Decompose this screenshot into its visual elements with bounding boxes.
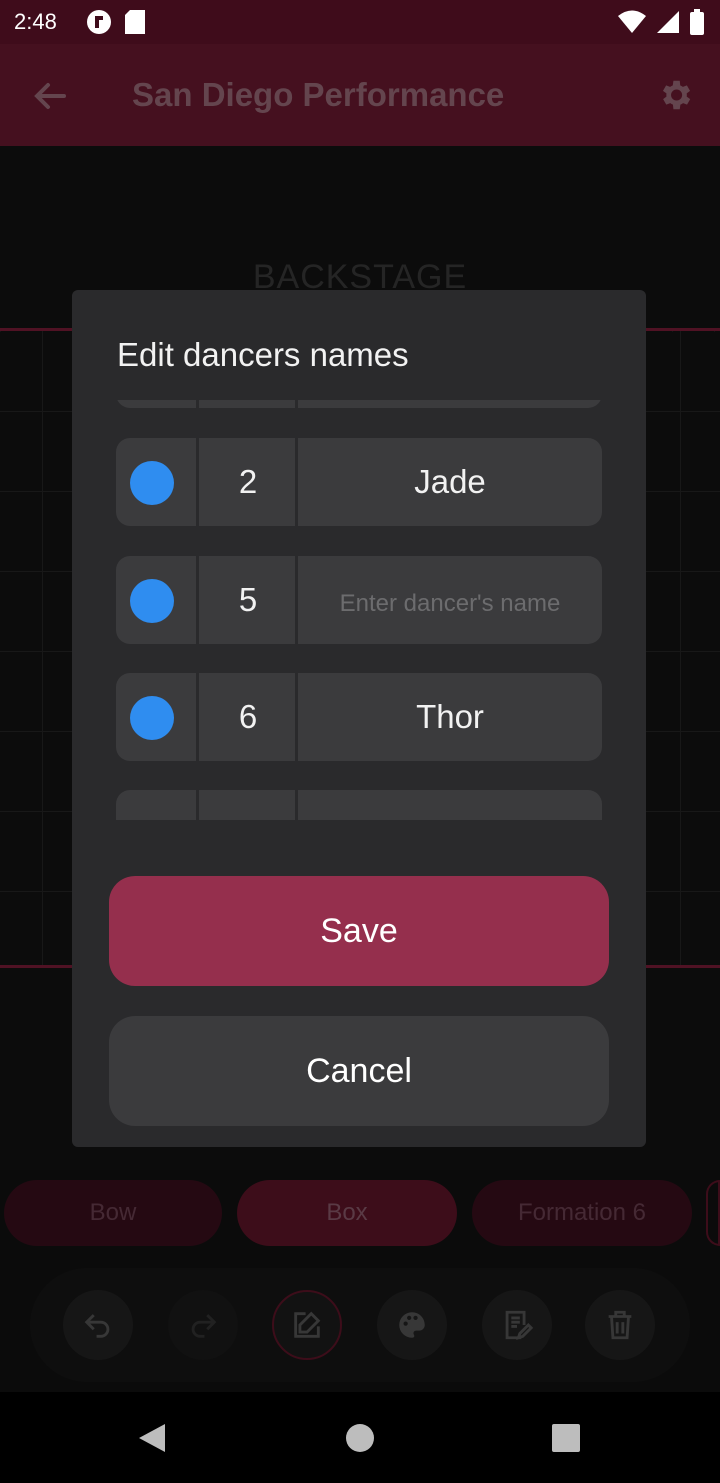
dancer-number: 5 — [238, 581, 258, 618]
nav-home-button[interactable] — [342, 1420, 378, 1456]
cancel-button[interactable]: Cancel — [109, 1016, 609, 1126]
save-button[interactable]: Save — [109, 876, 609, 986]
signal-icon — [656, 10, 680, 39]
dancer-name-input[interactable] — [298, 438, 602, 526]
dancer-color-dot[interactable] — [130, 461, 174, 505]
dancer-name-input[interactable] — [298, 556, 602, 644]
triangle-back-icon — [139, 1424, 165, 1452]
dancer-row — [116, 400, 602, 408]
sd-card-icon — [124, 9, 146, 40]
dancer-row: 6 — [116, 673, 602, 761]
dancer-color-dot[interactable] — [130, 579, 174, 623]
dancer-color-dot[interactable] — [130, 696, 174, 740]
dialog-title: Edit dancers names — [117, 336, 409, 373]
edit-dancers-dialog: Edit dancers names 2 5 6 — [72, 290, 646, 1147]
dancer-row: 5 — [116, 556, 602, 644]
notification-app-icon — [86, 9, 112, 40]
dancer-number: 2 — [238, 463, 258, 500]
dancer-row — [116, 790, 602, 820]
dancer-name-input[interactable] — [298, 673, 602, 761]
battery-icon — [690, 9, 704, 40]
square-recents-icon — [552, 1424, 580, 1452]
status-time: 2:48 — [14, 9, 57, 34]
dancer-row: 2 — [116, 438, 602, 526]
wifi-icon — [618, 10, 646, 39]
dancer-list[interactable]: 2 5 6 — [116, 400, 602, 820]
system-nav-bar — [0, 1392, 720, 1483]
dancer-number: 6 — [238, 698, 258, 735]
circle-home-icon — [346, 1424, 374, 1452]
nav-recents-button[interactable] — [548, 1420, 584, 1456]
status-bar: 2:48 — [0, 0, 720, 44]
nav-back-button[interactable] — [134, 1420, 170, 1456]
